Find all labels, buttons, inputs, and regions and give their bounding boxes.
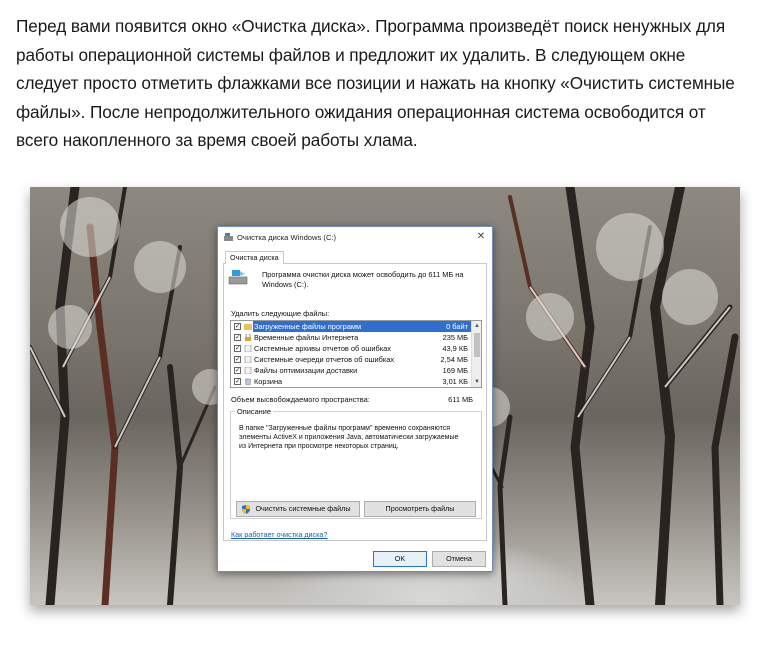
- file-category-name: Загруженные файлы программ: [254, 322, 362, 331]
- document-icon: [244, 345, 252, 352]
- files-list[interactable]: ✓ Загруженные файлы программ 0 байт ✓ Вр…: [230, 320, 482, 388]
- tab-disk-cleanup[interactable]: Очистка диска: [225, 251, 284, 264]
- scroll-up-icon[interactable]: ▲: [472, 321, 481, 331]
- drive-icon: [228, 270, 248, 285]
- uac-shield-icon: [242, 505, 250, 514]
- clean-system-files-button[interactable]: Очистить системные файлы: [236, 501, 360, 517]
- file-category-name: Системные архивы отчетов об ошибках: [254, 344, 391, 353]
- help-link[interactable]: Как работает очистка диска?: [231, 530, 327, 539]
- view-files-button[interactable]: Просмотреть файлы: [364, 501, 476, 517]
- checkbox[interactable]: ✓: [234, 356, 241, 363]
- checkbox[interactable]: ✓: [234, 345, 241, 352]
- file-category-name: Системные очереди отчетов об ошибках: [254, 355, 395, 364]
- lock-icon: [245, 334, 251, 341]
- cancel-button[interactable]: Отмена: [432, 551, 486, 567]
- dialog-titlebar: Очистка диска Windows (C:) ✕: [218, 227, 492, 247]
- disk-cleanup-dialog: Очистка диска Windows (C:) ✕ Очистка дис…: [217, 226, 493, 572]
- file-category-size: 3,01 КБ: [442, 377, 468, 386]
- cleanup-summary: Программа очистки диска может освободить…: [262, 270, 464, 289]
- dialog-title: Очистка диска Windows (C:): [237, 233, 337, 242]
- close-button[interactable]: ✕: [474, 230, 488, 244]
- article-paragraph: Перед вами появится окно «Очистка диска»…: [16, 16, 735, 150]
- list-scrollbar[interactable]: ▲ ▼: [471, 321, 481, 387]
- clean-system-files-label: Очистить системные файлы: [255, 504, 351, 513]
- folder-icon: [244, 324, 252, 330]
- file-category-size: 169 МБ: [442, 366, 468, 375]
- file-category-name: Временные файлы Интернета: [254, 333, 359, 342]
- list-item[interactable]: ✓ Загруженные файлы программ 0 байт: [231, 321, 472, 332]
- list-item[interactable]: ✓ Корзина 3,01 КБ: [231, 376, 472, 387]
- file-category-size: 2,54 МБ: [440, 355, 468, 364]
- list-item[interactable]: ✓ Системные очереди отчетов об ошибках 2…: [231, 354, 472, 365]
- checkbox[interactable]: ✓: [234, 334, 241, 341]
- file-category-size: 235 МБ: [442, 333, 468, 342]
- total-space-label: Объем высвобождаемого пространства:: [231, 395, 370, 404]
- checkbox[interactable]: ✓: [234, 378, 241, 385]
- list-item[interactable]: ✓ Файлы оптимизации доставки 169 МБ: [231, 365, 472, 376]
- document-icon: [244, 356, 252, 363]
- scroll-down-icon[interactable]: ▼: [472, 377, 481, 387]
- total-space-value: 611 МБ: [448, 395, 473, 404]
- description-legend: Описание: [235, 407, 274, 416]
- files-to-delete-label: Удалить следующие файлы:: [231, 309, 330, 318]
- list-item[interactable]: ✓ Системные архивы отчетов об ошибках 43…: [231, 343, 472, 354]
- ok-button[interactable]: OK: [373, 551, 427, 567]
- recycle-bin-icon: [245, 378, 251, 385]
- scrollbar-thumb[interactable]: [474, 333, 480, 357]
- file-category-name: Файлы оптимизации доставки: [254, 366, 358, 375]
- checkbox[interactable]: ✓: [234, 323, 241, 330]
- document-icon: [244, 367, 252, 374]
- description-text: В папке "Загруженные файлы программ" вре…: [239, 425, 459, 450]
- file-category-size: 43,9 КБ: [442, 344, 468, 353]
- list-item[interactable]: ✓ Временные файлы Интернета 235 МБ: [231, 332, 472, 343]
- file-category-name: Корзина: [254, 377, 283, 386]
- file-category-size: 0 байт: [446, 322, 468, 331]
- checkbox[interactable]: ✓: [234, 367, 241, 374]
- disk-cleanup-icon: [224, 233, 233, 241]
